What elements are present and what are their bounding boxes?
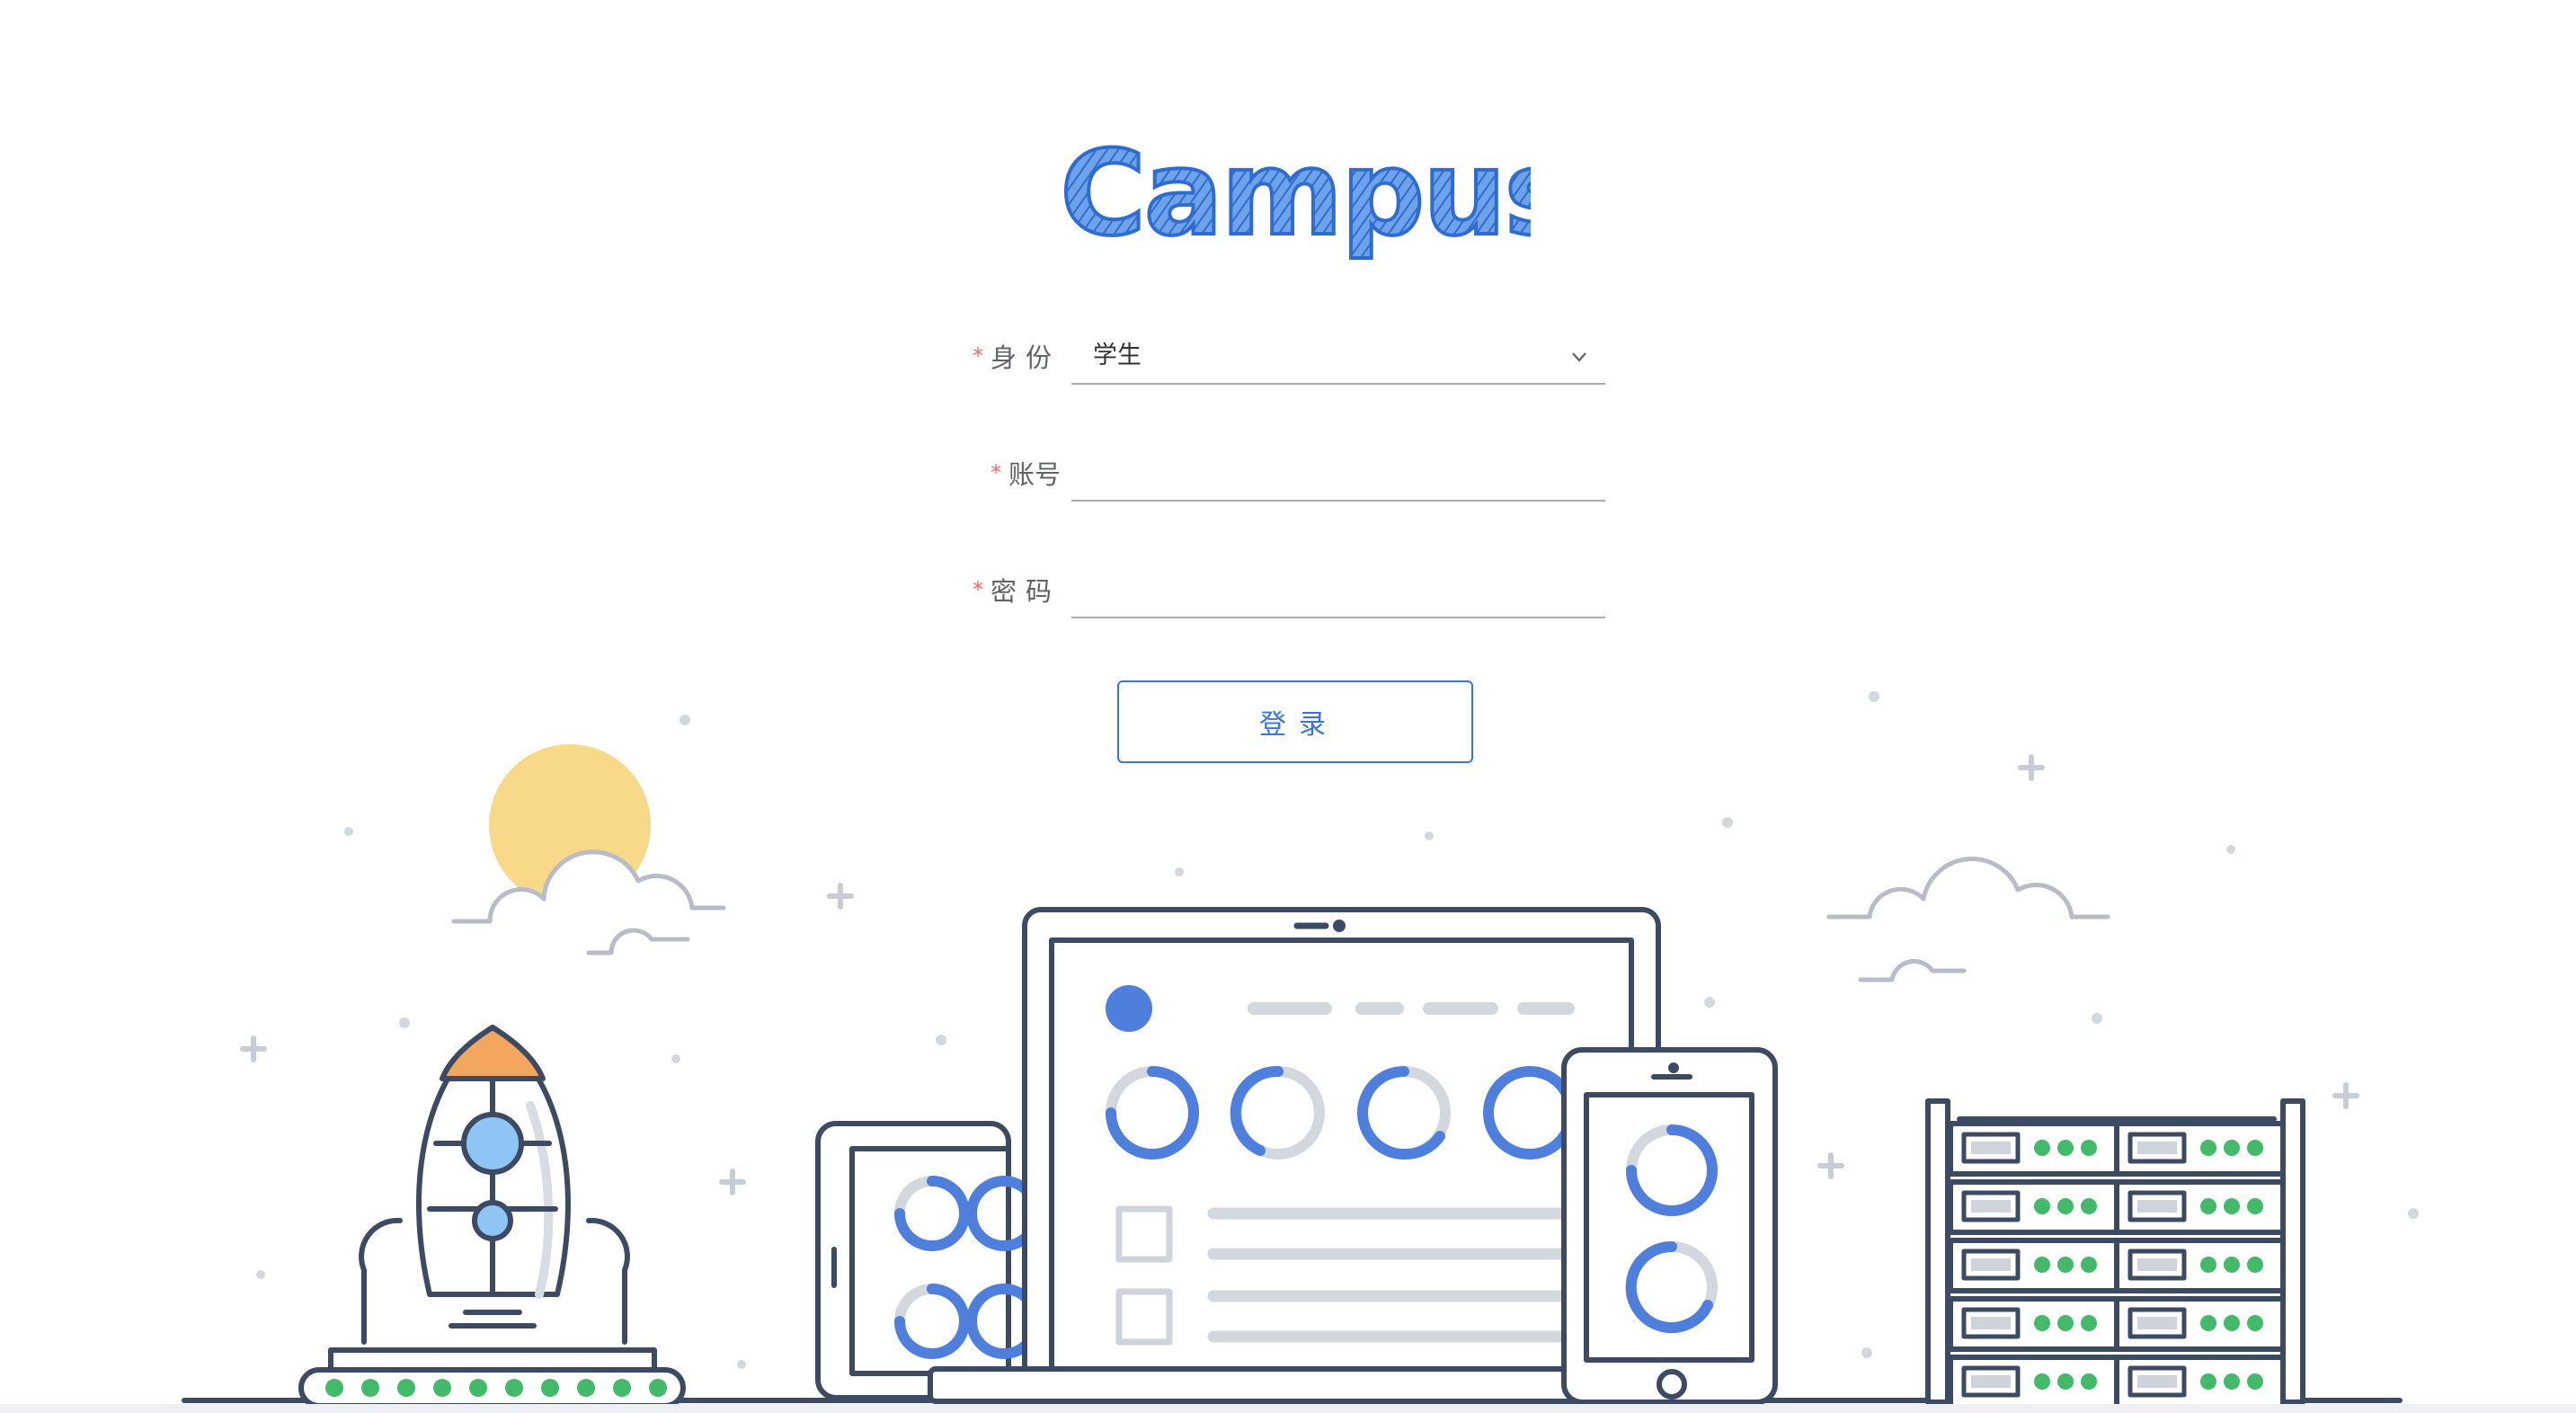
required-mark: * <box>972 577 983 602</box>
account-label: * 账号 <box>990 459 1061 490</box>
cloud-icon <box>586 928 690 955</box>
rocket-icon <box>298 1025 686 1409</box>
icampus-logo: iCampus <box>1063 123 1531 263</box>
cloud-icon <box>451 849 726 924</box>
account-field <box>1071 446 1605 502</box>
password-field <box>1071 563 1605 618</box>
password-input[interactable] <box>1071 563 1605 617</box>
tablet-icon <box>815 1121 1042 1400</box>
logo-text: iCampus <box>1063 125 1531 262</box>
cloud-icon <box>1858 958 1967 982</box>
password-row: * 密码 <box>971 563 1618 635</box>
required-mark: * <box>972 343 983 369</box>
required-mark: * <box>990 460 1001 485</box>
identity-select[interactable]: 学生 <box>1071 329 1605 385</box>
server-rack-icon <box>1925 1098 2305 1408</box>
chevron-down-icon <box>1572 352 1586 362</box>
cloud-icon <box>1826 857 2110 920</box>
password-label: * 密码 <box>972 576 1061 607</box>
account-row: * 账号 <box>971 446 1618 518</box>
background-illustration <box>182 691 2419 1413</box>
bottom-strip <box>0 1404 2576 1413</box>
identity-select-value: 学生 <box>1093 342 1141 369</box>
login-page: iCampus * 身份 学生 * 账号 <box>0 0 2576 1413</box>
identity-label: * 身份 <box>972 342 1061 373</box>
phone-icon <box>1561 1047 1778 1405</box>
account-input[interactable] <box>1071 446 1605 500</box>
identity-row: * 身份 学生 <box>971 329 1618 401</box>
